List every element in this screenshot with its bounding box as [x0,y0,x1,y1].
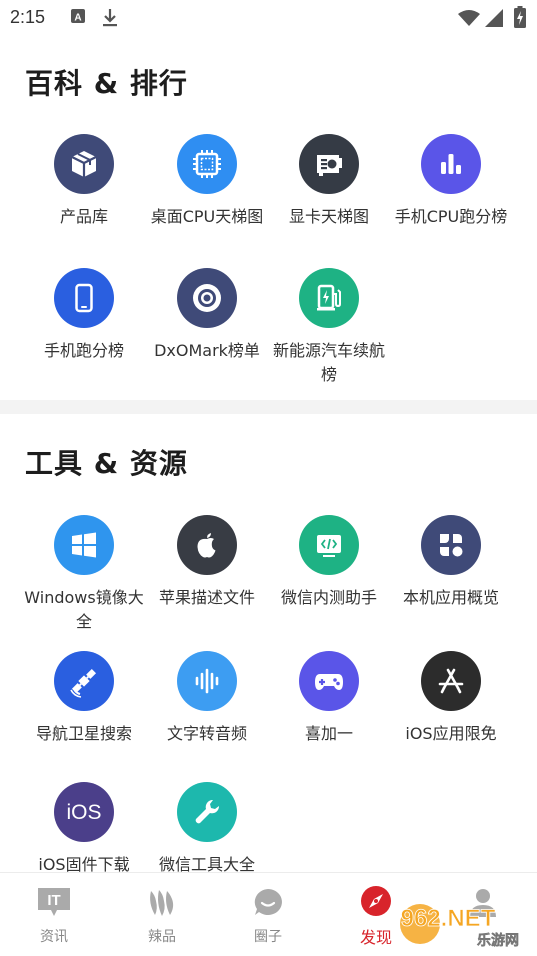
tile-gnss-search[interactable]: 导航卫星搜索 [17,651,151,746]
apple-logo-icon [177,515,237,575]
tile-label: Windows镜像大全 [24,588,144,631]
tile-mobile-cpu-ranking[interactable]: 手机CPU跑分榜 [384,134,518,229]
ios-badge-icon: iOS [54,782,114,842]
bar-chart-icon [421,134,481,194]
it-news-icon: IT [37,887,71,921]
svg-text:iOS: iOS [66,801,101,824]
app-grid-icon [421,515,481,575]
watermark-logo: 962.NET 乐游网 [398,900,532,950]
tile-ios-firmware[interactable]: iOS iOS固件下载 [17,782,151,877]
tab-label: 圈子 [254,929,282,945]
signal-icon [485,9,503,31]
wifi-icon [458,9,480,31]
ev-charger-icon [299,268,359,328]
chili-icon [147,887,177,923]
watermark-text: 962.NET [401,905,496,932]
tile-label: 导航卫星搜索 [35,724,132,743]
tile-wechat-tools[interactable]: 微信工具大全 [140,782,274,877]
tile-ev-range-ranking[interactable]: 新能源汽车续航榜 [262,268,396,387]
tile-label: 手机跑分榜 [43,341,124,360]
svg-text:IT: IT [47,892,60,909]
tab-hot-products[interactable]: 辣品 [108,873,216,956]
tile-gpu-ladder[interactable]: 显卡天梯图 [262,134,396,229]
tab-label: 资讯 [40,929,68,945]
tile-local-apps-overview[interactable]: 本机应用概览 [384,515,518,610]
tile-label: 微信内测助手 [280,588,377,607]
tile-ios-free-apps[interactable]: iOS应用限免 [384,651,518,746]
tile-label: 文字转音频 [166,724,247,743]
cpu-chip-icon [177,134,237,194]
tile-label: 桌面CPU天梯图 [150,207,264,226]
tile-label: iOS应用限免 [405,724,497,743]
tile-label: 苹果描述文件 [158,588,255,607]
tile-label: 手机CPU跑分榜 [394,207,508,226]
status-time: 2:15 [10,7,46,27]
graphics-card-icon [299,134,359,194]
tile-text-to-audio[interactable]: 文字转音频 [140,651,274,746]
tile-desktop-cpu-ladder[interactable]: 桌面CPU天梯图 [140,134,274,229]
tile-label: 产品库 [59,207,108,226]
tile-dxomark[interactable]: DxOMark榜单 [140,268,274,363]
tile-free-games[interactable]: 喜加一 [262,651,396,746]
audio-wave-icon [177,651,237,711]
gamepad-icon [299,651,359,711]
wrench-icon [177,782,237,842]
tile-label: 本机应用概览 [402,588,499,607]
tab-community[interactable]: 圈子 [214,873,322,956]
status-bar: 2:15 A [0,0,537,38]
tile-apple-profiles[interactable]: 苹果描述文件 [140,515,274,610]
tile-product-library[interactable]: 产品库 [17,134,151,229]
app-store-icon [421,651,481,711]
smartphone-icon [54,268,114,328]
watermark-subtext: 乐游网 [477,932,519,949]
tab-news[interactable]: IT 资讯 [0,873,108,956]
text-a-icon: A [70,8,86,28]
satellite-icon [54,651,114,711]
tile-windows-images[interactable]: Windows镜像大全 [17,515,151,634]
tile-wechat-beta-helper[interactable]: 微信内测助手 [262,515,396,610]
tile-label: 喜加一 [304,724,353,743]
battery-charging-icon [514,6,526,32]
section-divider [0,400,537,414]
tile-mobile-ranking[interactable]: 手机跑分榜 [17,268,151,363]
tile-label: 新能源汽车续航榜 [272,341,385,384]
code-window-icon [299,515,359,575]
svg-text:A: A [74,13,81,24]
section-title-encyclopedia: 百科 & 排行 [25,67,188,100]
tile-label: 显卡天梯图 [288,207,369,226]
compass-icon [360,885,392,921]
tab-label: 辣品 [148,929,176,945]
cube-icon [54,134,114,194]
section-title-tools: 工具 & 资源 [25,447,188,480]
download-icon [102,8,118,32]
windows-logo-icon [54,515,114,575]
chat-bubble-icon [252,887,284,921]
tile-label: DxOMark榜单 [154,341,260,360]
camera-lens-icon [177,268,237,328]
